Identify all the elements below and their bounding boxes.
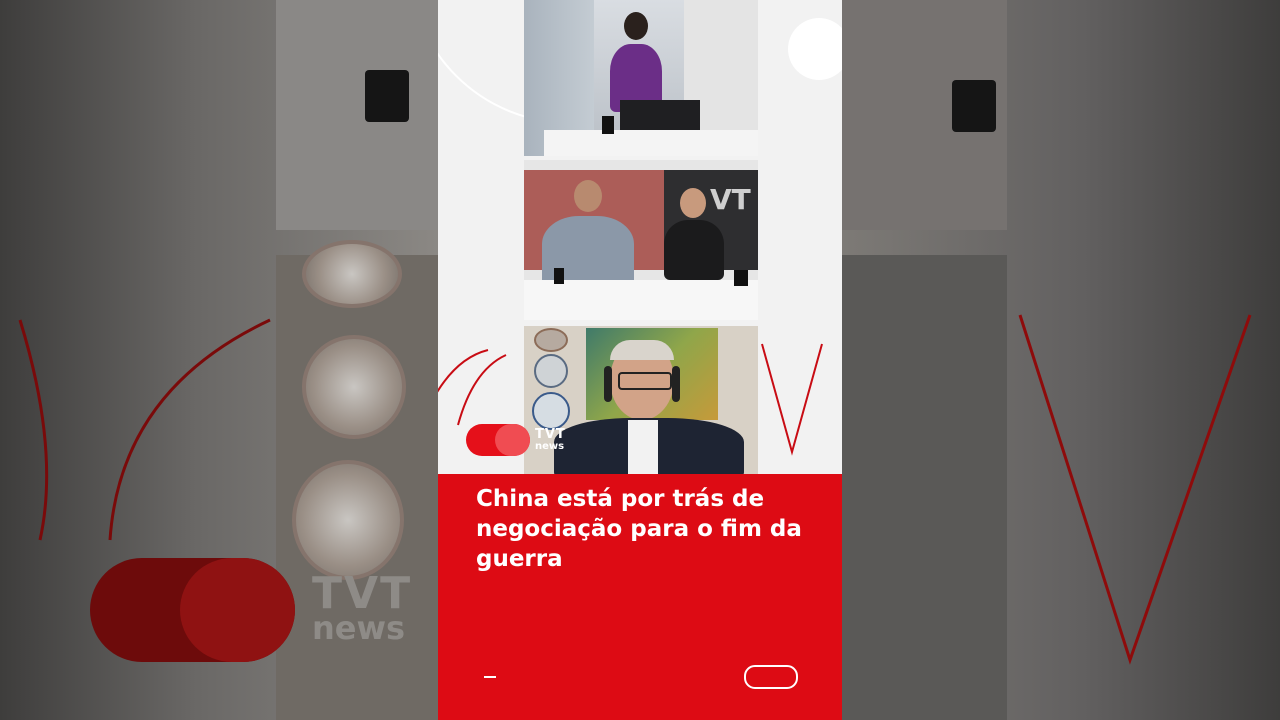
studio-desk (524, 280, 758, 320)
wall-plate (534, 354, 568, 388)
headline-text: China está por trás de negociação para o… (476, 486, 802, 572)
wall-plate (534, 328, 568, 352)
studio-desk (544, 130, 758, 156)
wall-plate (532, 392, 570, 430)
guest-glasses (618, 372, 672, 390)
tvt-news-logo: TVT news (535, 427, 566, 452)
background-mug (952, 80, 996, 132)
mug (734, 270, 748, 286)
panelist-1-head (574, 180, 602, 212)
video-feed-anchor (524, 0, 758, 156)
studio-screen-logo: VT (710, 183, 751, 216)
anchor-head (624, 12, 648, 40)
mug (554, 268, 564, 284)
background-plate (292, 460, 404, 580)
video-feed-panel: VT (524, 160, 758, 320)
panelist-2-head (680, 188, 706, 218)
guest-hair (610, 340, 674, 360)
mug (602, 116, 614, 134)
background-studio-blur (276, 0, 438, 230)
laptop (620, 100, 700, 130)
guest-headset (604, 366, 612, 402)
panelist-2-body (664, 220, 724, 280)
background-logo-text: TVT news (312, 568, 413, 647)
headline-panel: China está por trás de negociação para o… (438, 474, 842, 720)
background-mug (365, 70, 409, 122)
background-wall-blur-right (842, 255, 1007, 720)
background-logo-v (1018, 314, 1252, 665)
background-plate (302, 335, 406, 439)
background-plate (302, 240, 402, 308)
toggle-pill-icon[interactable] (744, 665, 798, 689)
background-logo-arc (18, 318, 271, 541)
short-video-frame[interactable]: VT TVT news China está por trás de negoc… (438, 0, 842, 720)
background-logo-dot (180, 558, 295, 662)
decorative-red-v (761, 343, 823, 456)
decorative-circle (788, 18, 842, 80)
tvt-logo-dot (495, 424, 530, 456)
progress-line-icon[interactable] (484, 676, 496, 678)
guest-headset (672, 366, 680, 402)
guest-shirt (628, 420, 658, 474)
